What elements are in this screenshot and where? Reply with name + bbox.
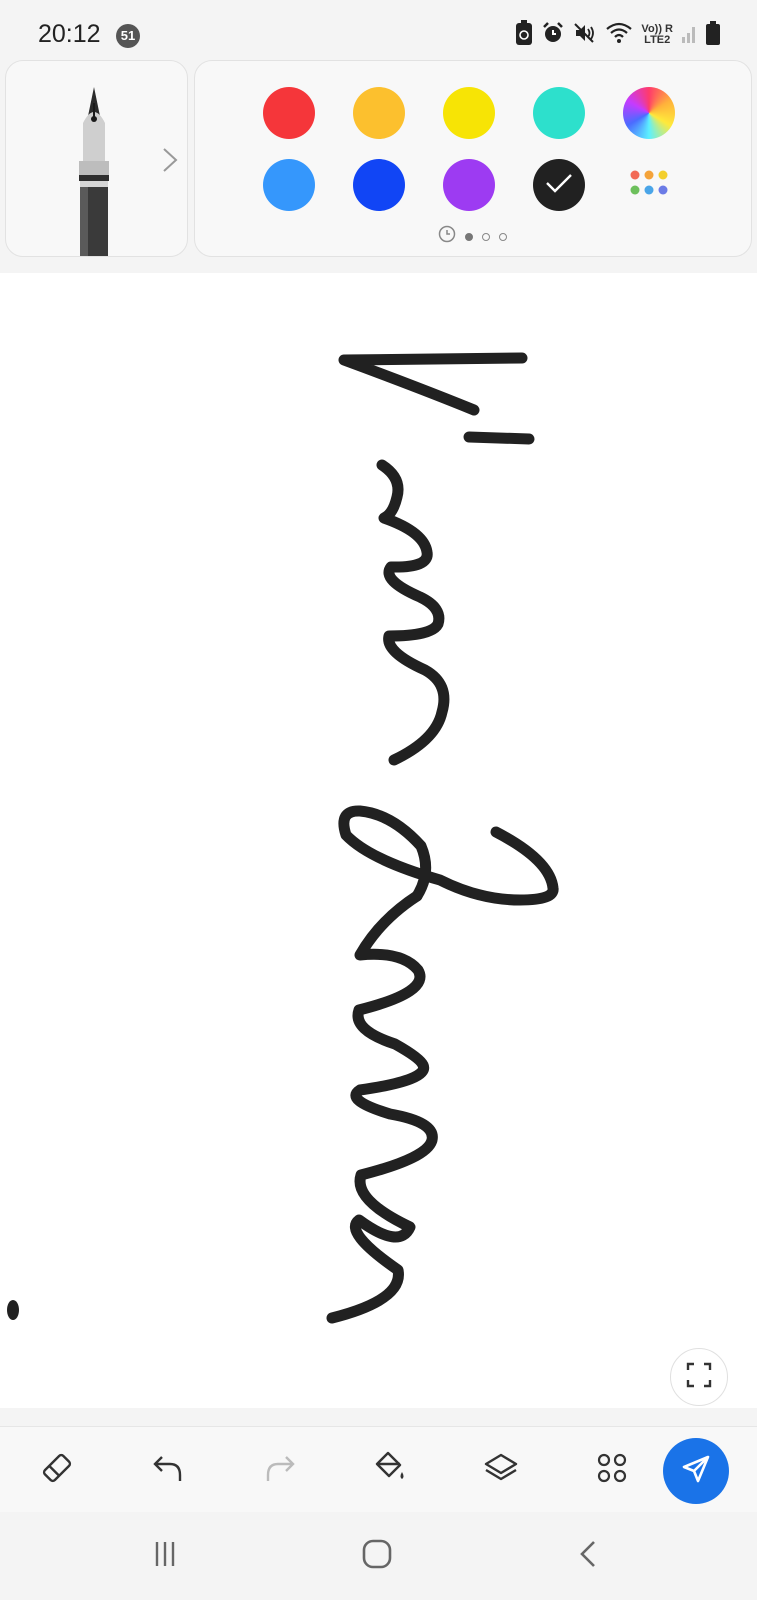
signal-icon [681,21,697,50]
color-swatch-red[interactable] [263,87,315,139]
color-swatch-light-blue[interactable] [263,159,315,211]
back-button[interactable] [564,1534,614,1578]
clock-icon[interactable] [438,225,456,248]
navigation-bar [0,1512,757,1600]
home-button[interactable] [352,1534,402,1578]
color-swatch-teal[interactable] [533,87,585,139]
back-icon [574,1539,604,1574]
eraser-icon [40,1451,74,1490]
eraser-button[interactable] [32,1445,82,1495]
fill-bucket-icon [371,1450,407,1491]
palette-page-indicator[interactable] [438,225,507,248]
layers-button[interactable] [476,1445,526,1495]
checkmark-icon [544,171,574,200]
more-colors-button[interactable] [623,159,675,211]
page-dot-1[interactable] [465,232,473,241]
status-time: 20:12 [38,20,101,48]
undo-icon [150,1451,184,1490]
wifi-icon [605,21,633,50]
recents-button[interactable] [140,1534,190,1578]
color-swatch-black[interactable] [533,159,585,211]
fill-button[interactable] [364,1445,414,1495]
color-palette [194,60,752,257]
color-swatch-yellow[interactable] [443,87,495,139]
battery-saver-icon [515,19,533,51]
send-button[interactable] [663,1438,729,1504]
pen-selector[interactable] [5,60,188,257]
color-spectrum-picker[interactable] [623,87,675,139]
redo-icon [264,1451,298,1490]
bottom-toolbar [0,1426,757,1512]
page-dot-2[interactable] [482,232,490,241]
network-label: Vo)) R LTE2 [641,23,673,46]
alarm-icon [541,21,565,50]
mute-icon [573,21,597,50]
handwriting-strokes [7,352,559,1324]
undo-button[interactable] [142,1445,192,1495]
color-swatch-orange[interactable] [353,87,405,139]
fullscreen-button[interactable] [670,1348,728,1406]
redo-button[interactable] [256,1445,306,1495]
status-bar: 20:12 51 Vo)) R LTE2 [0,0,757,58]
more-apps-button[interactable] [587,1445,637,1495]
notification-count-badge: 51 [116,24,140,48]
layers-icon [483,1450,519,1491]
fullscreen-icon [685,1361,713,1394]
color-grid-icon [629,169,669,202]
send-icon [679,1452,713,1491]
color-swatch-purple[interactable] [443,159,495,211]
more-apps-icon [595,1451,629,1490]
battery-icon [705,20,721,51]
home-icon [360,1537,394,1576]
color-swatch-blue[interactable] [353,159,405,211]
status-icons: Vo)) R LTE2 [515,19,721,51]
page-dot-3[interactable] [499,232,507,241]
drawing-canvas[interactable] [0,273,757,1408]
fountain-pen-icon[interactable] [74,83,114,256]
recents-icon [150,1539,180,1574]
chevron-right-icon[interactable] [154,145,184,175]
